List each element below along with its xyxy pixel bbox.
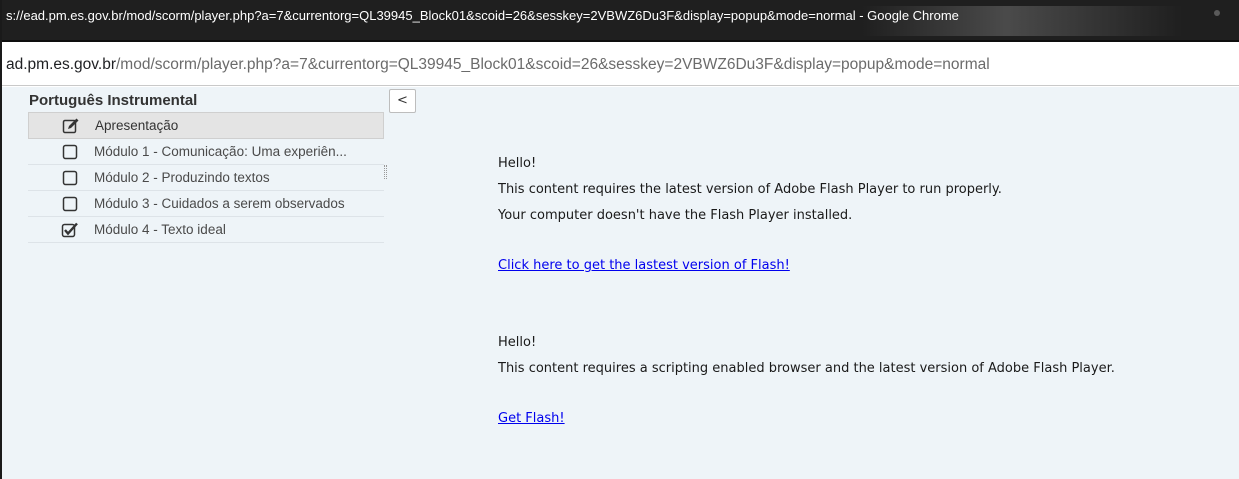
url-text[interactable]: ad.pm.es.gov.br/mod/scorm/player.php?a=7…: [6, 44, 1231, 86]
edit-icon: [61, 116, 81, 136]
toc-item-label: Apresentação: [95, 118, 179, 133]
checkbox-empty-icon: [60, 168, 80, 188]
scorm-player-page: Português Instrumental Apresentação Módu…: [2, 87, 1239, 479]
collapse-toc-button[interactable]: <: [389, 89, 416, 113]
toc-item-apresentacao[interactable]: Apresentação: [28, 112, 384, 139]
flash-required-text: This content requires the latest version…: [498, 182, 1002, 197]
flash-missing-text: Your computer doesn't have the Flash Pla…: [498, 208, 853, 223]
window-control-icon[interactable]: [1214, 10, 1220, 16]
scripting-required-text: This content requires a scripting enable…: [498, 361, 1115, 376]
address-bar[interactable]: ad.pm.es.gov.br/mod/scorm/player.php?a=7…: [2, 44, 1239, 86]
greeting-text: Hello!: [498, 156, 537, 171]
flash-content-area: Hello! This content requires the latest …: [498, 151, 1115, 432]
toc-item-label: Módulo 3 - Cuidados a serem observados: [94, 196, 345, 211]
checkbox-checked-icon: [60, 220, 80, 240]
toc-item-modulo-4[interactable]: Módulo 4 - Texto ideal: [28, 217, 384, 243]
greeting-text: Hello!: [498, 335, 537, 350]
table-of-contents: Português Instrumental Apresentação Módu…: [28, 90, 384, 243]
toc-resize-handle[interactable]: [384, 165, 387, 179]
toc-item-label: Módulo 4 - Texto ideal: [94, 222, 226, 237]
toc-item-modulo-3[interactable]: Módulo 3 - Cuidados a serem observados: [28, 191, 384, 217]
url-path: /mod/scorm/player.php?a=7&currentorg=QL3…: [116, 56, 990, 73]
checkbox-empty-icon: [60, 194, 80, 214]
get-flash-link[interactable]: Get Flash!: [498, 411, 565, 426]
course-title: Português Instrumental: [29, 92, 198, 109]
toc-item-modulo-2[interactable]: Módulo 2 - Produzindo textos: [28, 165, 384, 191]
url-host: ad.pm.es.gov.br: [6, 56, 116, 73]
get-flash-latest-link[interactable]: Click here to get the lastest version of…: [498, 258, 790, 273]
checkbox-empty-icon: [60, 142, 80, 162]
window-title: s://ead.pm.es.gov.br/mod/scorm/player.ph…: [6, 8, 959, 23]
title-bar: s://ead.pm.es.gov.br/mod/scorm/player.ph…: [2, 0, 1239, 42]
toc-item-modulo-1[interactable]: Módulo 1 - Comunicação: Uma experiên...: [28, 139, 384, 165]
toc-item-label: Módulo 1 - Comunicação: Uma experiên...: [94, 144, 347, 159]
toc-item-label: Módulo 2 - Produzindo textos: [94, 170, 270, 185]
browser-window: s://ead.pm.es.gov.br/mod/scorm/player.ph…: [0, 0, 1239, 479]
